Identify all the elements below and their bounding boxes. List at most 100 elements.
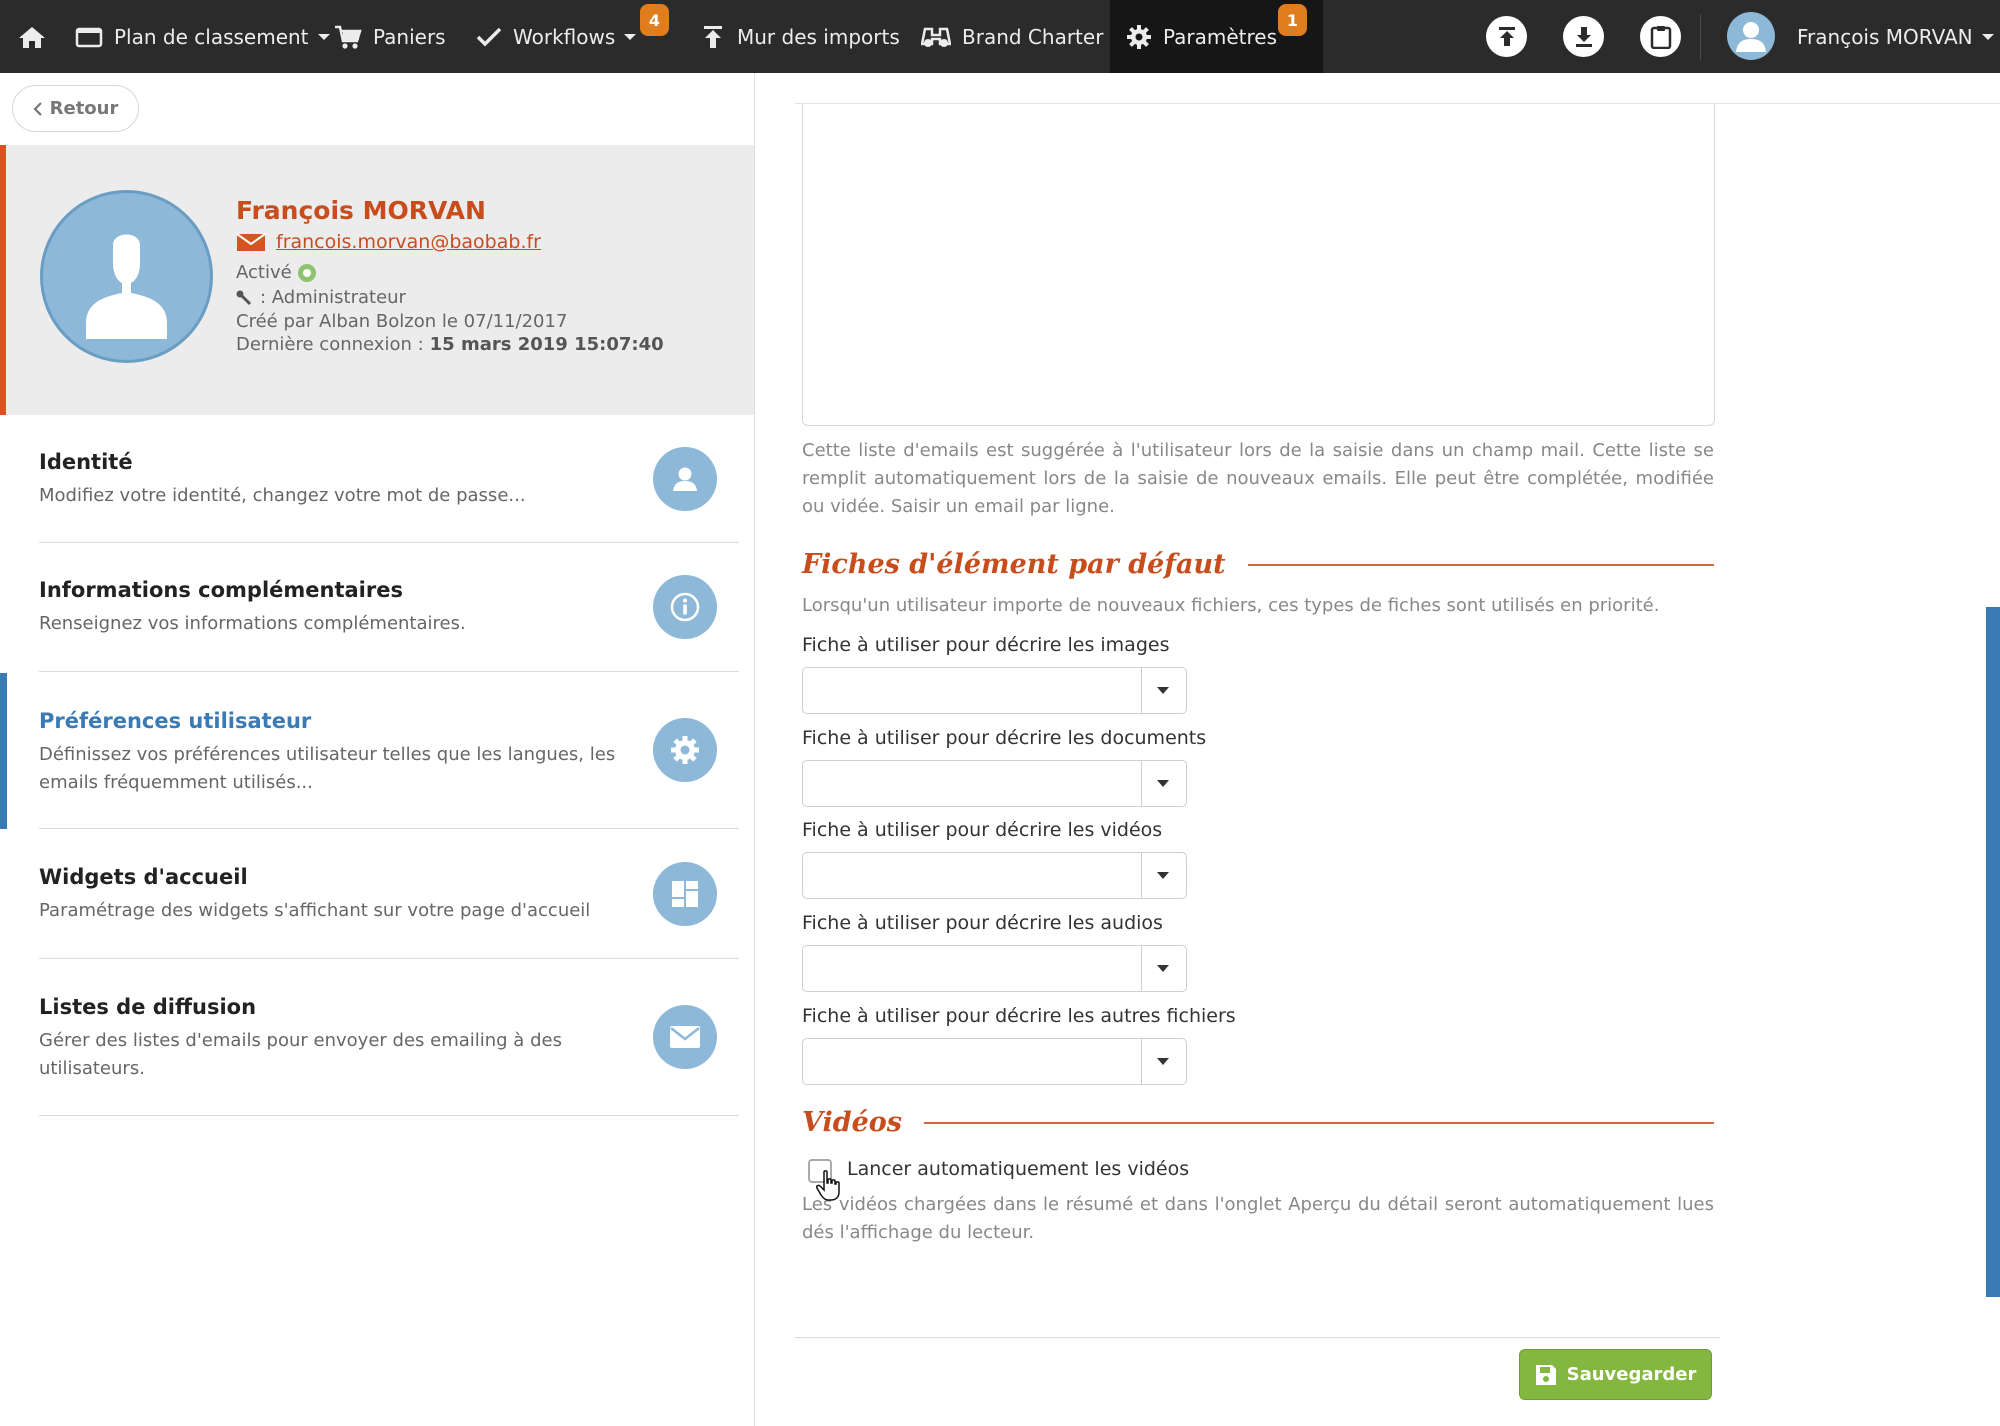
sidebar-item-label: Listes de diffusion xyxy=(39,995,257,1019)
caret-down-icon xyxy=(1157,780,1169,787)
caret-down-icon xyxy=(1157,687,1169,694)
upload-button[interactable] xyxy=(1486,16,1527,57)
status-active-icon xyxy=(297,263,316,282)
fiche-videos-select[interactable] xyxy=(802,852,1187,899)
fiche-documents-select[interactable] xyxy=(802,760,1187,807)
fiche-autres-select[interactable] xyxy=(802,1038,1187,1085)
nav-brand-charter[interactable]: Brand Charter xyxy=(921,0,1103,73)
download-icon xyxy=(1573,26,1595,48)
sidebar-item-listes-diffusion[interactable]: Listes de diffusion Gérer des listes d'e… xyxy=(0,959,754,1115)
sidebar-item-label: Préférences utilisateur xyxy=(39,709,312,733)
profile-status-row: Activé xyxy=(236,262,316,283)
wrench-icon xyxy=(236,290,254,306)
folder-icon xyxy=(75,26,103,48)
nav-mur-des-imports[interactable]: Mur des imports xyxy=(700,0,900,73)
profile-status: Activé xyxy=(236,262,292,283)
back-button-label: Retour xyxy=(49,98,119,119)
nav-brand-charter-label: Brand Charter xyxy=(962,24,1104,49)
sidebar-item-label: Widgets d'accueil xyxy=(39,865,248,889)
envelope-icon xyxy=(236,232,266,252)
fiches-section-title: Fiches d'élément par défaut xyxy=(802,549,1714,580)
import-icon xyxy=(700,24,726,50)
profile-last-login-label: Dernière connexion : xyxy=(236,334,424,355)
back-button[interactable]: Retour xyxy=(12,85,139,132)
caret-down-icon xyxy=(1157,872,1169,879)
videos-section-title-text: Vidéos xyxy=(802,1107,902,1138)
sidebar-item-description: Gérer des listes d'emails pour envoyer d… xyxy=(39,1030,562,1079)
profile-email-row: francois.morvan@baobab.fr xyxy=(236,231,541,253)
nav-workflows-label: Workflows xyxy=(513,24,616,49)
nav-plan-de-classement-label: Plan de classement xyxy=(114,24,309,49)
sidebar-item-informations[interactable]: Informations complémentaires Renseignez … xyxy=(0,543,754,671)
sidebar-item-label: Identité xyxy=(39,450,133,474)
scrollbar[interactable] xyxy=(1986,607,2000,1297)
save-button-label: Sauvegarder xyxy=(1566,1364,1697,1385)
save-button[interactable]: Sauvegarder xyxy=(1519,1349,1712,1400)
fiche-images-select[interactable] xyxy=(802,667,1187,714)
emails-help-text: Cette liste d'emails est suggérée à l'ut… xyxy=(802,440,1714,517)
fiche-autres-label: Fiche à utiliser pour décrire les autres… xyxy=(802,1005,1236,1027)
dashboard-icon xyxy=(653,862,717,926)
envelope-icon xyxy=(653,1005,717,1069)
chevron-down-icon xyxy=(1981,33,1994,41)
hand-pointer-icon xyxy=(816,1170,842,1202)
user-icon xyxy=(653,447,717,511)
home-icon xyxy=(18,25,46,49)
upload-icon xyxy=(1496,26,1518,48)
profile-avatar xyxy=(40,190,213,363)
sidebar-item-description: Modifiez votre identité, changez votre m… xyxy=(39,485,526,506)
sidebar-item-identite[interactable]: Identité Modifiez votre identité, change… xyxy=(0,415,754,543)
sidebar-item-widgets[interactable]: Widgets d'accueil Paramétrage des widget… xyxy=(0,829,754,959)
active-indicator xyxy=(0,673,7,829)
user-menu-name: François MORVAN xyxy=(1797,24,1973,49)
profile-name: François MORVAN xyxy=(236,196,486,225)
caret-down-icon xyxy=(1157,1058,1169,1065)
top-navigation-bar: Plan de classement Paniers Workflows 4 M… xyxy=(0,0,2000,73)
sidebar-divider xyxy=(39,671,739,672)
sidebar-item-preferences[interactable]: Préférences utilisateur Définissez vos p… xyxy=(0,673,754,829)
sidebar-item-description: Définissez vos préférences utilisateur t… xyxy=(39,744,616,793)
section-title-rule xyxy=(924,1121,1714,1124)
workflows-badge: 4 xyxy=(640,4,669,36)
profile-email-link[interactable]: francois.morvan@baobab.fr xyxy=(276,231,541,253)
frequent-emails-textarea[interactable] xyxy=(802,104,1715,426)
fiche-audios-select[interactable] xyxy=(802,945,1187,992)
caret-down-icon xyxy=(1157,965,1169,972)
user-icon xyxy=(1736,22,1766,52)
sidebar-item-description: Paramétrage des widgets s'affichant sur … xyxy=(39,900,591,921)
fiches-help-text: Lorsqu'un utilisateur importe de nouveau… xyxy=(802,595,1660,616)
nav-parametres-label: Paramètres xyxy=(1163,24,1278,49)
profile-created: Créé par Alban Bolzon le 07/11/2017 xyxy=(236,311,568,332)
autoplay-videos-label[interactable]: Lancer automatiquement les vidéos xyxy=(847,1158,1189,1180)
section-title-rule xyxy=(1247,563,1714,566)
profile-last-login-value: 15 mars 2019 15:07:40 xyxy=(429,334,664,355)
user-menu[interactable]: François MORVAN xyxy=(1797,0,1994,73)
chevron-down-icon xyxy=(317,33,330,41)
nav-paniers-label: Paniers xyxy=(373,24,446,49)
binoculars-icon xyxy=(921,25,951,49)
user-silhouette-icon xyxy=(86,234,167,339)
fiche-documents-label: Fiche à utiliser pour décrire les docume… xyxy=(802,727,1207,749)
fiche-images-label: Fiche à utiliser pour décrire les images xyxy=(802,634,1170,656)
clipboard-button[interactable] xyxy=(1640,16,1681,57)
info-icon xyxy=(653,575,717,639)
floppy-disk-icon xyxy=(1535,1364,1557,1386)
profile-last-login-row: Dernière connexion : 15 mars 2019 15:07:… xyxy=(236,334,664,355)
download-button[interactable] xyxy=(1563,16,1604,57)
nav-paniers[interactable]: Paniers xyxy=(334,0,446,73)
gear-icon xyxy=(1126,24,1152,50)
profile-role: : Administrateur xyxy=(260,287,406,308)
cart-icon xyxy=(334,24,362,50)
profile-accent-bar xyxy=(0,145,6,415)
fiche-videos-label: Fiche à utiliser pour décrire les vidéos xyxy=(802,819,1163,841)
nav-mur-des-imports-label: Mur des imports xyxy=(737,24,900,49)
chevron-left-icon xyxy=(33,101,42,116)
sidebar-item-description: Renseignez vos informations complémentai… xyxy=(39,613,466,634)
nav-workflows[interactable]: Workflows xyxy=(476,0,637,73)
avatar[interactable] xyxy=(1727,12,1775,60)
footer-divider xyxy=(795,1337,1720,1338)
nav-plan-de-classement[interactable]: Plan de classement xyxy=(75,0,330,73)
parametres-badge: 1 xyxy=(1278,4,1307,36)
home-button[interactable] xyxy=(18,0,46,73)
videos-section-title: Vidéos xyxy=(802,1107,1714,1138)
